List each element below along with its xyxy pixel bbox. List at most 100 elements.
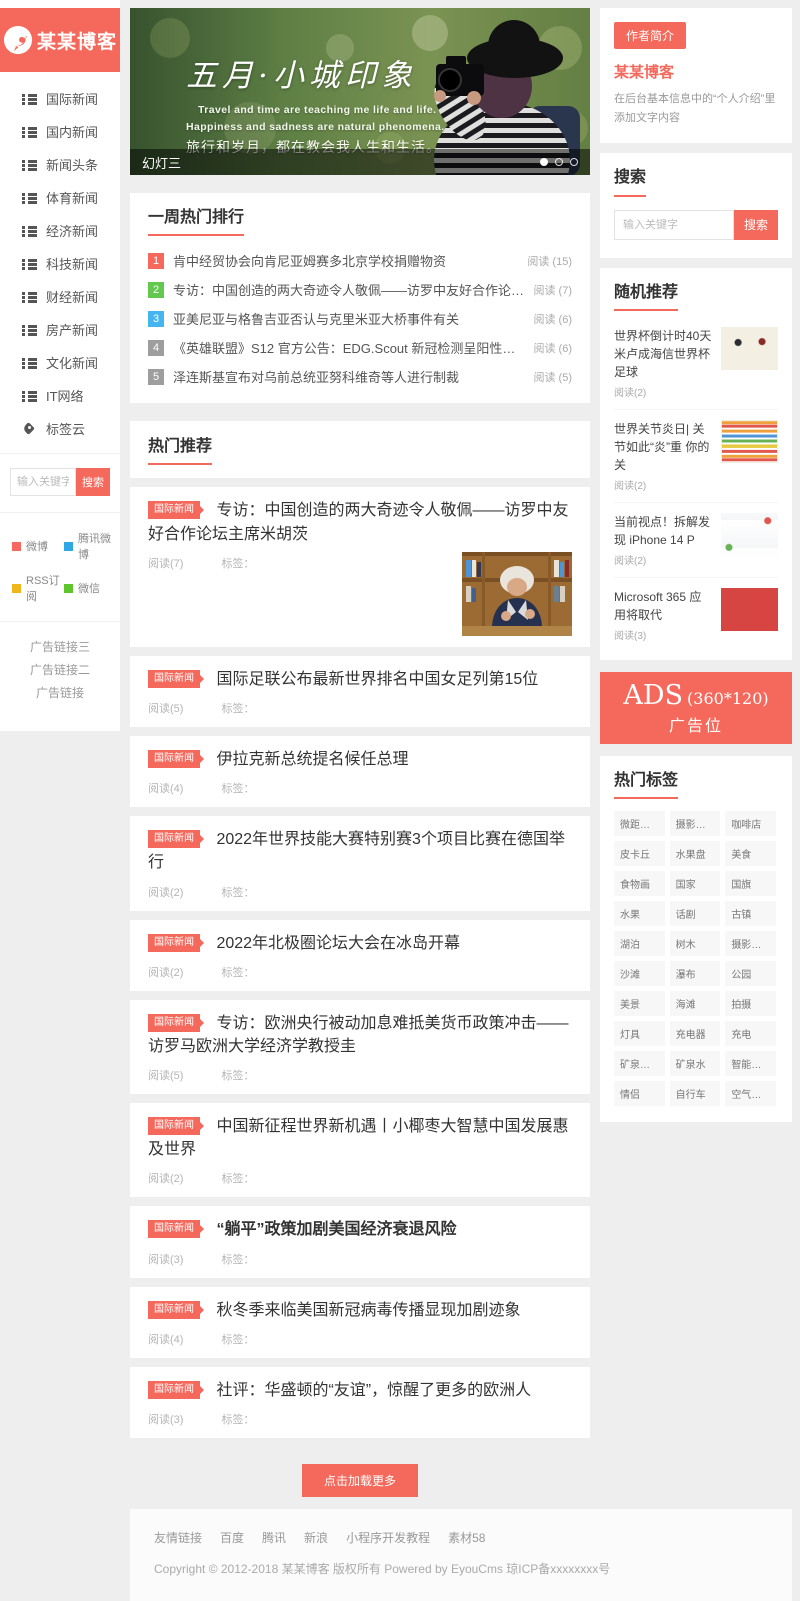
slider-dot-1[interactable] (540, 158, 548, 166)
rank-article-link[interactable]: 专访：中国创造的两大奇迹令人敬佩——访罗中友好合作论坛主席米胡茨 (173, 280, 525, 299)
random-item-link[interactable]: 当前视点！拆解发现 iPhone 14 P (614, 513, 713, 549)
search-button[interactable]: 搜索 (734, 210, 778, 240)
tag-link[interactable]: 摄影创意 (670, 811, 721, 836)
tag-link[interactable]: 充电器 (670, 1021, 721, 1046)
tag-link[interactable]: 微距摄影 (614, 811, 665, 836)
tag-link[interactable]: 摄影大赛 (725, 931, 776, 956)
slider-dot-2[interactable] (555, 158, 563, 166)
category-badge[interactable]: 国际新闻 (148, 501, 200, 519)
rank-article-link[interactable]: 肯中经贸协会向肯尼亚姆赛多北京学校捐赠物资 (173, 251, 518, 270)
tag-link[interactable]: 瀑布 (670, 961, 721, 986)
category-badge[interactable]: 国际新闻 (148, 750, 200, 768)
slider-dot-3[interactable] (570, 158, 578, 166)
friend-link[interactable]: 百度 (220, 1529, 244, 1546)
category-badge[interactable]: 国际新闻 (148, 1220, 200, 1238)
hero-slider[interactable]: 五月·小城印象 Travel and time are teaching me … (130, 8, 590, 175)
tag-link[interactable]: 自行车 (670, 1081, 721, 1106)
tag-link[interactable]: 树木 (670, 931, 721, 956)
tag-link[interactable]: 水果 (614, 901, 665, 926)
logo[interactable]: 某某博客 (0, 8, 120, 72)
friend-link[interactable]: 友情链接 (154, 1529, 202, 1546)
random-item-thumbnail[interactable] (721, 513, 778, 556)
ad-link[interactable]: 广告链接 (36, 684, 84, 701)
tag-link[interactable]: 美食 (725, 841, 776, 866)
tag-link[interactable]: 皮卡丘 (614, 841, 665, 866)
category-badge[interactable]: 国际新闻 (148, 1301, 200, 1319)
tag-link[interactable]: 智能手环 (725, 1051, 776, 1076)
tag-link[interactable]: 古镇 (725, 901, 776, 926)
category-badge[interactable]: 国际新闻 (148, 934, 200, 952)
random-item-thumbnail[interactable] (721, 588, 778, 631)
ad-link[interactable]: 广告链接三 (30, 638, 90, 655)
social-link[interactable]: 腾讯微博 (60, 525, 112, 567)
social-link[interactable]: 微博 (8, 525, 60, 567)
article-title-link[interactable]: 社评：华盛顿的“友谊”，惊醒了更多的欧洲人 (216, 1382, 531, 1399)
tag-link[interactable]: 情侣 (614, 1081, 665, 1106)
rank-article-link[interactable]: 泽连斯基宣布对乌前总统亚努科维奇等人进行制裁 (173, 367, 525, 386)
article-title-link[interactable]: 伊拉克新总统提名候任总理 (216, 751, 408, 768)
sidebar-nav-item[interactable]: 标签云 (0, 412, 120, 445)
rank-article-link[interactable]: 《英雄联盟》S12 官方公告：EDG.Scout 新冠检测呈阳性，比赛顺序可能发 (173, 338, 525, 357)
social-link[interactable]: RSS订阅 (8, 567, 60, 609)
category-badge[interactable]: 国际新闻 (148, 1014, 200, 1032)
tag-link[interactable]: 灯具 (614, 1021, 665, 1046)
tag-link[interactable]: 水果盘 (670, 841, 721, 866)
tag-link[interactable]: 湖泊 (614, 931, 665, 956)
random-item-thumbnail[interactable] (721, 420, 778, 463)
sidebar-nav-item[interactable]: 国内新闻 (0, 115, 120, 148)
category-badge[interactable]: 国际新闻 (148, 1381, 200, 1399)
tag-link[interactable]: 海滩 (670, 991, 721, 1016)
sidebar-nav-item[interactable]: 国际新闻 (0, 82, 120, 115)
tag-link[interactable]: 矿泉水瓶 (614, 1051, 665, 1076)
category-badge[interactable]: 国际新闻 (148, 670, 200, 688)
article-title-link[interactable]: 秋冬季来临美国新冠病毒传播显现加剧迹象 (216, 1302, 520, 1319)
load-more-button[interactable]: 点击加载更多 (302, 1464, 418, 1497)
sidebar-nav-item[interactable]: 体育新闻 (0, 181, 120, 214)
friend-link[interactable]: 新浪 (304, 1529, 328, 1546)
random-item-link[interactable]: Microsoft 365 应用将取代 (614, 588, 713, 624)
ad-link[interactable]: 广告链接二 (30, 661, 90, 678)
sidebar-nav-item[interactable]: 科技新闻 (0, 247, 120, 280)
article-thumbnail[interactable] (462, 552, 572, 636)
sidebar-nav-item[interactable]: 经济新闻 (0, 214, 120, 247)
friend-link[interactable]: 腾讯 (262, 1529, 286, 1546)
tag-link[interactable]: 充电 (725, 1021, 776, 1046)
tag-link[interactable]: 食物画 (614, 871, 665, 896)
tag-link[interactable]: 国旗 (725, 871, 776, 896)
random-item-thumbnail[interactable] (721, 327, 778, 370)
tag-link[interactable]: 拍摄 (725, 991, 776, 1016)
tag-link[interactable]: 咖啡店 (725, 811, 776, 836)
sidebar-search-button[interactable]: 搜索 (76, 468, 110, 496)
sidebar-nav-item[interactable]: 财经新闻 (0, 280, 120, 313)
sidebar-nav-item[interactable]: 房产新闻 (0, 313, 120, 346)
article-title-link[interactable]: 专访：中国创造的两大奇迹令人敬佩——访罗中友好合作论坛主席米胡茨 (148, 502, 568, 542)
sidebar-nav-item[interactable]: 文化新闻 (0, 346, 120, 379)
tag-link[interactable]: 沙滩 (614, 961, 665, 986)
tag-link[interactable]: 美景 (614, 991, 665, 1016)
random-item-link[interactable]: 世界杯倒计时40天 米卢成海信世界杯足球 (614, 327, 713, 381)
sidebar-nav-item[interactable]: IT网络 (0, 379, 120, 412)
tag-link[interactable]: 矿泉水 (670, 1051, 721, 1076)
ad-banner[interactable]: ADS (360*120) 广告位 (600, 672, 792, 744)
rank-article-link[interactable]: 亚美尼亚与格鲁吉亚否认与克里米亚大桥事件有关 (173, 309, 525, 328)
category-badge[interactable]: 国际新闻 (148, 830, 200, 848)
social-link[interactable]: 微信 (60, 567, 112, 609)
article-title-link[interactable]: 中国新征程世界新机遇丨小椰枣大智慧中国发展惠及世界 (148, 1118, 568, 1158)
author-intro-badge[interactable]: 作者简介 (614, 22, 686, 49)
tag-link[interactable]: 话剧 (670, 901, 721, 926)
category-badge[interactable]: 国际新闻 (148, 1117, 200, 1135)
friend-link[interactable]: 素材58 (448, 1529, 485, 1546)
friend-link[interactable]: 小程序开发教程 (346, 1529, 430, 1546)
sidebar-nav-item[interactable]: 新闻头条 (0, 148, 120, 181)
search-input[interactable] (614, 210, 734, 240)
article-title-link[interactable]: 2022年世界技能大赛特别赛3个项目比赛在德国举行 (148, 831, 565, 871)
tag-link[interactable]: 国家 (670, 871, 721, 896)
article-title-link[interactable]: “躺平”政策加剧美国经济衰退风险 (216, 1221, 456, 1238)
article-title-link[interactable]: 专访：欧洲央行被动加息难抵美货币政策冲击——访罗马欧洲大学经济学教授圭 (148, 1015, 568, 1055)
tag-link[interactable]: 空气净化 (725, 1081, 776, 1106)
random-item-link[interactable]: 世界关节炎日| 关节如此“炎”重 你的关 (614, 420, 713, 474)
tag-link[interactable]: 公园 (725, 961, 776, 986)
article-title-link[interactable]: 国际足联公布最新世界排名中国女足列第15位 (216, 671, 538, 688)
article-title-link[interactable]: 2022年北极圈论坛大会在冰岛开幕 (216, 935, 460, 952)
sidebar-search-input[interactable] (10, 468, 76, 496)
